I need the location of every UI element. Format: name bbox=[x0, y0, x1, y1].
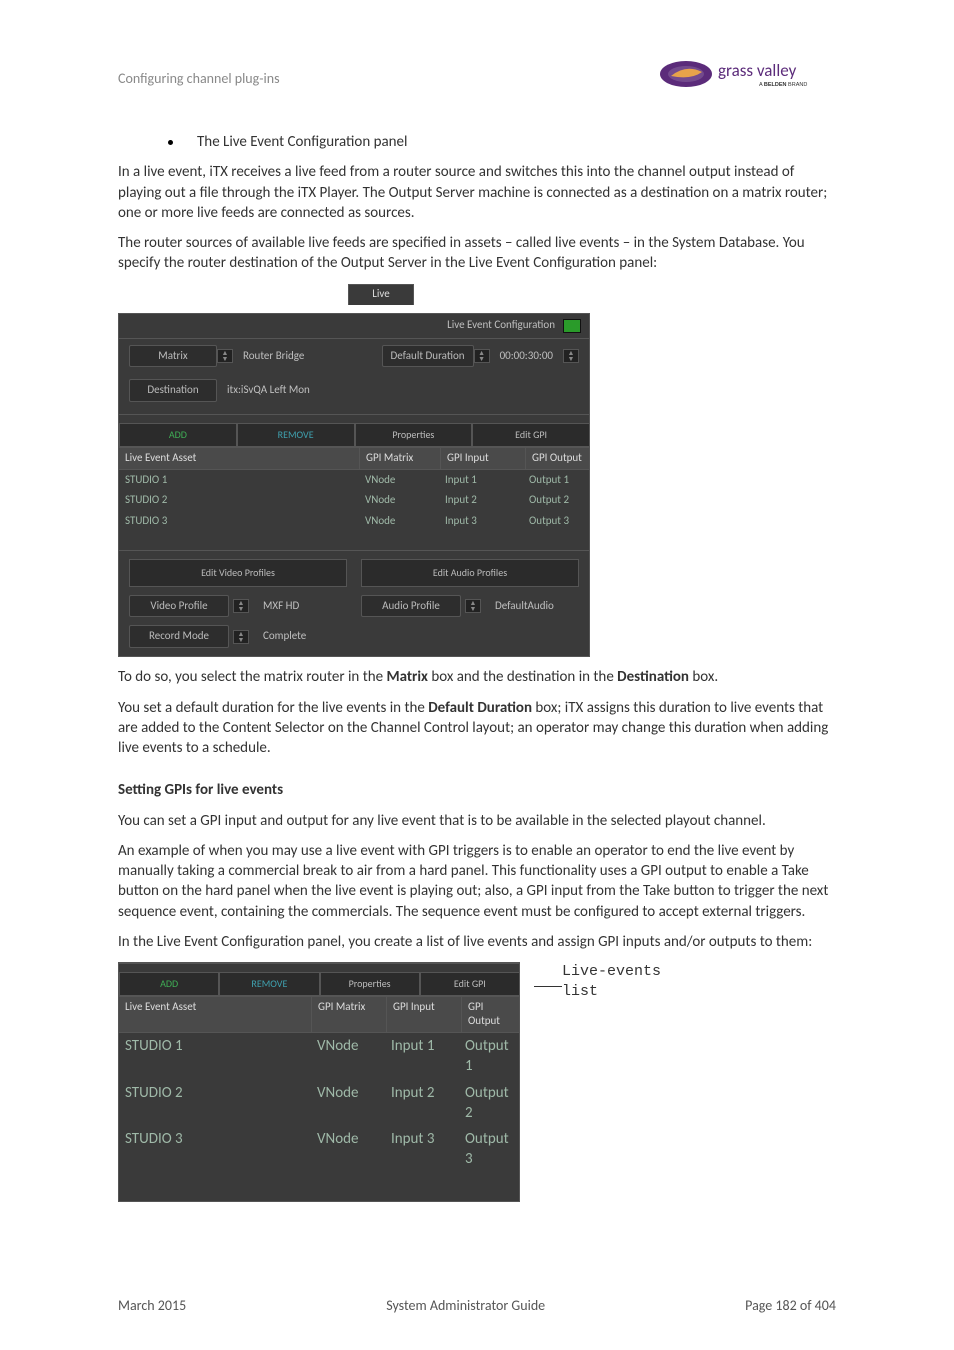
record-mode-value[interactable]: Complete bbox=[253, 629, 316, 644]
cell: STUDIO 1 bbox=[119, 1033, 311, 1080]
audio-profile-label: Audio Profile bbox=[361, 595, 461, 618]
add-button[interactable]: ADD bbox=[119, 423, 237, 447]
cell: STUDIO 1 bbox=[119, 470, 359, 491]
col-gpi-input: GPI Input bbox=[441, 448, 526, 469]
duration-stepper[interactable]: ▲▼ bbox=[474, 349, 490, 363]
cell: STUDIO 2 bbox=[119, 1080, 311, 1127]
default-duration-label: Default Duration bbox=[382, 345, 474, 368]
table-row[interactable]: STUDIO 2VNodeInput 2Output 2 bbox=[119, 1080, 519, 1127]
col-gpi-matrix: GPI Matrix bbox=[312, 997, 387, 1033]
video-profile-label: Video Profile bbox=[129, 595, 229, 618]
cell: STUDIO 3 bbox=[119, 511, 359, 532]
video-profile-stepper[interactable]: ▲▼ bbox=[233, 599, 249, 613]
brand-logo: grass valley A BELDEN BRAND bbox=[656, 54, 836, 102]
cell: VNode bbox=[311, 1080, 385, 1127]
col-gpi-output: GPI Output bbox=[462, 997, 519, 1033]
cell: VNode bbox=[311, 1033, 385, 1080]
cell: Output 1 bbox=[459, 1033, 519, 1080]
table-row[interactable]: STUDIO 2VNodeInput 2Output 2 bbox=[119, 490, 589, 511]
remove-button[interactable]: REMOVE bbox=[219, 972, 319, 996]
annotation-connector bbox=[534, 986, 562, 987]
col-live-event-asset: Live Event Asset bbox=[119, 997, 312, 1033]
remove-button[interactable]: REMOVE bbox=[237, 423, 355, 447]
matrix-stepper[interactable]: ▲▼ bbox=[217, 349, 233, 363]
cell: Output 3 bbox=[459, 1126, 519, 1173]
header-section: Configuring channel plug-ins bbox=[118, 70, 280, 87]
default-duration-value[interactable]: 00:00:30:00 bbox=[490, 349, 563, 364]
destination-label: Destination bbox=[129, 379, 217, 402]
bullet-dot-icon bbox=[168, 140, 173, 145]
properties-button[interactable]: Properties bbox=[320, 972, 420, 996]
cell: Input 1 bbox=[385, 1033, 459, 1080]
footer-date: March 2015 bbox=[118, 1297, 186, 1314]
cell: Input 2 bbox=[439, 490, 523, 511]
panel-title: Live Event Configuration bbox=[447, 318, 555, 333]
cell: VNode bbox=[359, 490, 439, 511]
svg-text:A BELDEN BRAND: A BELDEN BRAND bbox=[759, 82, 807, 88]
col-gpi-input: GPI Input bbox=[387, 997, 462, 1033]
edit-gpi-button[interactable]: Edit GPI bbox=[472, 423, 589, 447]
table-row[interactable]: STUDIO 3VNodeInput 3Output 3 bbox=[119, 1126, 519, 1173]
cell: VNode bbox=[359, 511, 439, 532]
annotation-live-events-list: Live-events list bbox=[562, 962, 661, 1001]
bullet-text: The Live Event Configuration panel bbox=[197, 132, 407, 152]
table-row[interactable]: STUDIO 1VNodeInput 1Output 1 bbox=[119, 470, 589, 491]
footer-title: System Administrator Guide bbox=[386, 1297, 545, 1314]
col-live-event-asset: Live Event Asset bbox=[119, 448, 360, 469]
duration-stepper-2[interactable]: ▲▼ bbox=[563, 349, 579, 363]
cell: Output 3 bbox=[523, 511, 589, 532]
cell: Input 3 bbox=[385, 1126, 459, 1173]
audio-profile-stepper[interactable]: ▲▼ bbox=[465, 599, 481, 613]
edit-audio-profiles-button[interactable]: Edit Audio Profiles bbox=[361, 559, 579, 587]
cell: Input 1 bbox=[439, 470, 523, 491]
cell: Output 2 bbox=[523, 490, 589, 511]
paragraph: You can set a GPI input and output for a… bbox=[118, 811, 836, 831]
cell: Output 1 bbox=[523, 470, 589, 491]
record-mode-stepper[interactable]: ▲▼ bbox=[233, 630, 249, 644]
video-profile-value[interactable]: MXF HD bbox=[253, 599, 309, 614]
heading-setting-gpis: Setting GPIs for live events bbox=[118, 780, 836, 800]
cell: VNode bbox=[311, 1126, 385, 1173]
paragraph: To do so, you select the matrix router i… bbox=[118, 667, 836, 687]
matrix-value[interactable]: Router Bridge bbox=[233, 349, 314, 364]
footer-page: Page 182 of 404 bbox=[745, 1297, 836, 1314]
tab-live[interactable]: Live bbox=[348, 284, 414, 305]
table-row[interactable]: STUDIO 3VNodeInput 3Output 3 bbox=[119, 511, 589, 532]
record-mode-label: Record Mode bbox=[129, 625, 229, 648]
plugin-enabled-led[interactable] bbox=[563, 319, 581, 333]
destination-value[interactable]: itx:iSvQA Left Mon bbox=[217, 383, 320, 398]
matrix-label: Matrix bbox=[129, 345, 217, 368]
paragraph: You set a default duration for the live … bbox=[118, 698, 836, 759]
cell: Input 2 bbox=[385, 1080, 459, 1127]
add-button[interactable]: ADD bbox=[119, 972, 219, 996]
cell: VNode bbox=[359, 470, 439, 491]
edit-video-profiles-button[interactable]: Edit Video Profiles bbox=[129, 559, 347, 587]
col-gpi-output: GPI Output bbox=[526, 448, 589, 469]
audio-profile-value[interactable]: DefaultAudio bbox=[485, 599, 564, 614]
cell: Input 3 bbox=[439, 511, 523, 532]
paragraph: In the Live Event Configuration panel, y… bbox=[118, 932, 836, 952]
paragraph: An example of when you may use a live ev… bbox=[118, 841, 836, 922]
properties-button[interactable]: Properties bbox=[355, 423, 473, 447]
paragraph: The router sources of available live fee… bbox=[118, 233, 836, 274]
table-row[interactable]: STUDIO 1VNodeInput 1Output 1 bbox=[119, 1033, 519, 1080]
edit-gpi-button[interactable]: Edit GPI bbox=[420, 972, 519, 996]
cell: STUDIO 3 bbox=[119, 1126, 311, 1173]
cell: STUDIO 2 bbox=[119, 490, 359, 511]
cell: Output 2 bbox=[459, 1080, 519, 1127]
col-gpi-matrix: GPI Matrix bbox=[360, 448, 441, 469]
brand-text: grass valley bbox=[718, 60, 797, 81]
paragraph: In a live event, iTX receives a live fee… bbox=[118, 162, 836, 223]
